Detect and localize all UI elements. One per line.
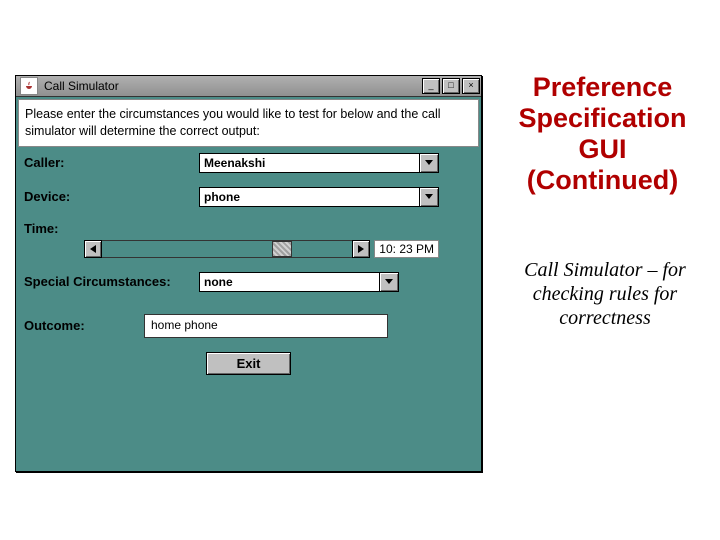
caller-value[interactable]: Meenakshi	[199, 153, 419, 173]
time-label: Time:	[24, 221, 199, 236]
minimize-button[interactable]: _	[422, 78, 440, 94]
form-area: Caller: Meenakshi Device: phone Time:	[16, 149, 481, 375]
chevron-down-icon[interactable]	[379, 272, 399, 292]
chevron-down-icon[interactable]	[419, 187, 439, 207]
special-combo[interactable]: none	[199, 272, 399, 292]
slider-thumb[interactable]	[272, 241, 292, 257]
slide-subtitle: Call Simulator – for checking rules for …	[520, 258, 690, 330]
slide-title: Preference Specification GUI (Continued)	[500, 72, 705, 196]
special-value[interactable]: none	[199, 272, 379, 292]
device-value[interactable]: phone	[199, 187, 419, 207]
caller-label: Caller:	[24, 155, 199, 170]
exit-button[interactable]: Exit	[206, 352, 292, 375]
device-combo[interactable]: phone	[199, 187, 439, 207]
outcome-row: Outcome: home phone	[24, 314, 473, 338]
titlebar: Call Simulator _ □ ×	[16, 76, 481, 97]
app-window: Call Simulator _ □ × Please enter the ci…	[15, 75, 482, 472]
close-button[interactable]: ×	[462, 78, 480, 94]
time-value: 10: 23 PM	[374, 240, 439, 258]
instructions-text: Please enter the circumstances you would…	[18, 99, 479, 147]
chevron-down-icon[interactable]	[419, 153, 439, 173]
special-row: Special Circumstances: none	[24, 272, 473, 292]
window-title: Call Simulator	[42, 79, 421, 93]
slider-left-arrow-icon[interactable]	[84, 240, 102, 258]
slider-right-arrow-icon[interactable]	[352, 240, 370, 258]
device-row: Device: phone	[24, 187, 473, 207]
outcome-label: Outcome:	[24, 318, 144, 333]
caller-combo[interactable]: Meenakshi	[199, 153, 439, 173]
exit-row: Exit	[24, 352, 473, 375]
maximize-button[interactable]: □	[442, 78, 460, 94]
caller-row: Caller: Meenakshi	[24, 153, 473, 173]
java-cup-icon	[20, 77, 38, 95]
window-controls: _ □ ×	[421, 77, 481, 95]
device-label: Device:	[24, 189, 199, 204]
outcome-value: home phone	[144, 314, 388, 338]
slider-track[interactable]	[102, 240, 352, 258]
special-label: Special Circumstances:	[24, 274, 199, 289]
time-slider: 10: 23 PM	[84, 240, 439, 258]
time-row: Time:	[24, 221, 473, 236]
